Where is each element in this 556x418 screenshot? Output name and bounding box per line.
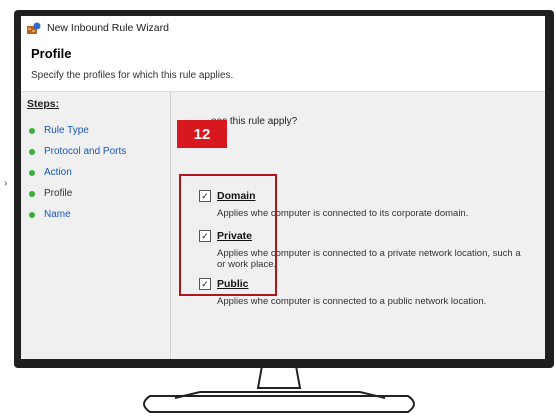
step-action[interactable]: Action [27, 162, 170, 183]
window-titlebar[interactable]: New Inbound Rule Wizard [21, 16, 545, 40]
public-description: Applies whe computer is connected to a p… [217, 296, 487, 307]
window-title: New Inbound Rule Wizard [47, 22, 169, 34]
step-label: Profile [44, 188, 73, 199]
steps-title: Steps: [27, 98, 60, 110]
step-number-badge: 12 [177, 120, 227, 148]
step-label: Protocol and Ports [44, 146, 127, 157]
wizard-header: Profile Specify the profiles for which t… [21, 40, 545, 92]
page-title: Profile [31, 46, 72, 61]
step-rule-type[interactable]: Rule Type [27, 120, 170, 141]
page-subtitle: Specify the profiles for which this rule… [31, 70, 234, 81]
step-name[interactable]: Name [27, 204, 170, 225]
side-arrow-mark: › [4, 178, 8, 189]
step-protocol-and-ports[interactable]: Protocol and Ports [27, 141, 170, 162]
step-label: Name [44, 209, 71, 220]
step-status-dot-icon [29, 127, 35, 134]
highlight-box [179, 174, 277, 296]
step-label: Action [44, 167, 72, 178]
step-profile[interactable]: Profile [27, 183, 170, 204]
step-label: Rule Type [44, 125, 89, 136]
monitor-frame: New Inbound Rule Wizard Profile Specify … [14, 10, 554, 368]
steps-panel: Steps: Rule Type Protocol and Ports Acti… [21, 92, 171, 359]
wizard-body: Steps: Rule Type Protocol and Ports Acti… [21, 92, 545, 359]
step-status-dot-icon [29, 190, 35, 197]
firewall-app-icon [27, 22, 41, 34]
step-status-dot-icon [29, 211, 35, 218]
step-status-dot-icon [29, 148, 35, 155]
wizard-window: New Inbound Rule Wizard Profile Specify … [21, 16, 545, 359]
step-status-dot-icon [29, 169, 35, 176]
profile-content: oes this rule apply? ✓ Domain Applies wh… [171, 92, 545, 359]
